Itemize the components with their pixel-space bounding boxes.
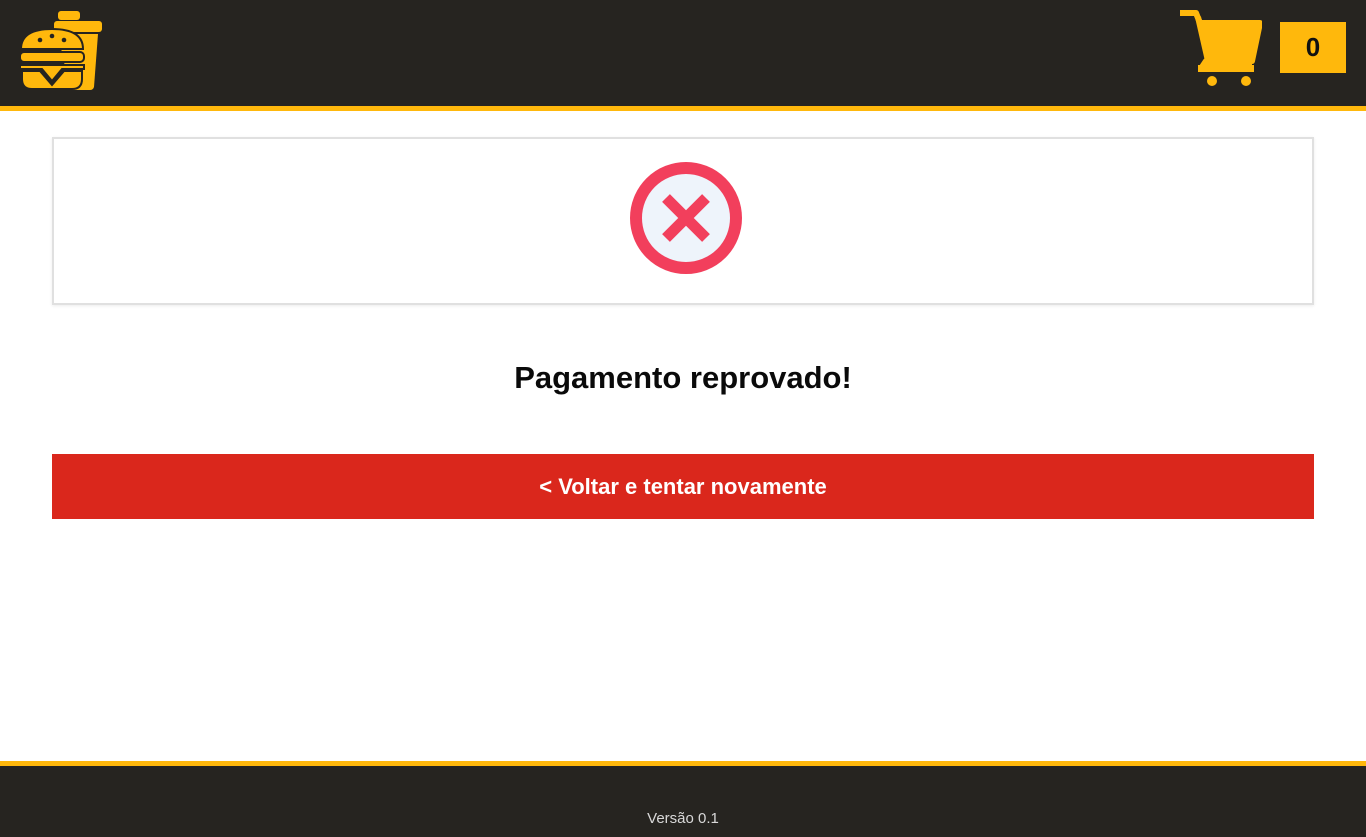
top-bar: 0: [0, 0, 1366, 111]
cart-count-badge[interactable]: 0: [1280, 22, 1346, 73]
burger-and-drink-icon[interactable]: [18, 9, 102, 93]
page-title: Pagamento reprovado!: [514, 360, 852, 395]
payment-status-card: [52, 137, 1314, 305]
footer: Versão 0.1: [0, 761, 1366, 837]
retry-button[interactable]: < Voltar e tentar novamente: [52, 454, 1314, 519]
version-label: Versão 0.1: [647, 810, 719, 827]
error-x-circle-icon: [630, 162, 742, 274]
shopping-cart-icon[interactable]: [1178, 9, 1262, 89]
